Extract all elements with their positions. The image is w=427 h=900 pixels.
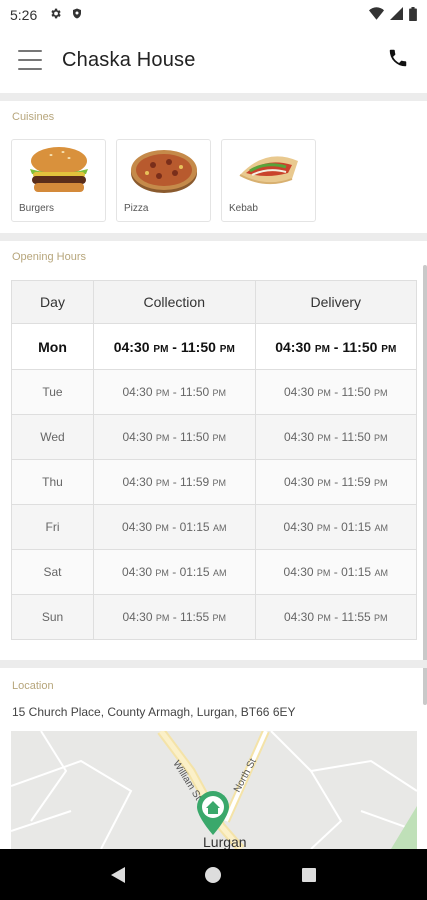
day-cell: Sun: [11, 594, 94, 640]
signal-icon: [390, 7, 403, 23]
delivery-cell: 04:30 PM - 11:55 PM: [254, 594, 417, 640]
page-title: Chaska House: [62, 48, 196, 71]
collection-cell: 04:30 PM - 11:59 PM: [93, 459, 256, 505]
cuisine-card-kebab[interactable]: Kebab: [221, 139, 316, 222]
opening-hours-table: Day Collection Delivery Mon 04:30 PM - 1…: [11, 280, 417, 640]
location-map[interactable]: William St North St Lurgan: [11, 731, 417, 849]
table-row: Wed 04:30 PM - 11:50 PM 04:30 PM - 11:50…: [11, 414, 417, 460]
recents-icon[interactable]: [289, 855, 329, 895]
battery-icon: [409, 6, 417, 24]
table-row: Sun 04:30 PM - 11:55 PM 04:30 PM - 11:55…: [11, 594, 417, 640]
table-row: Tue 04:30 PM - 11:50 PM 04:30 PM - 11:50…: [11, 369, 417, 415]
gear-icon: [49, 7, 62, 23]
cuisine-name: Kebab: [229, 203, 258, 214]
status-time: 5:26: [10, 7, 38, 23]
delivery-cell: 04:30 PM - 11:59 PM: [254, 459, 417, 505]
day-cell: Wed: [11, 414, 94, 460]
section-divider: [0, 233, 427, 241]
app-bar: Chaska House: [0, 30, 427, 90]
delivery-cell: 04:30 PM - 11:50 PM: [254, 323, 417, 370]
table-row: Fri 04:30 PM - 01:15 AM 04:30 PM - 01:15…: [11, 504, 417, 550]
cuisine-name: Burgers: [19, 203, 55, 214]
day-cell: Thu: [11, 459, 94, 505]
back-icon[interactable]: [98, 855, 138, 895]
day-cell: Mon: [11, 323, 94, 370]
delivery-cell: 04:30 PM - 11:50 PM: [254, 369, 417, 415]
day-cell: Tue: [11, 369, 94, 415]
phone-icon[interactable]: [387, 47, 409, 74]
collection-cell: 04:30 PM - 01:15 AM: [93, 549, 256, 595]
pizza-image: [117, 140, 210, 200]
home-icon[interactable]: [193, 855, 233, 895]
opening-hours-label: Opening Hours: [12, 251, 86, 263]
system-nav-bar: [0, 849, 427, 900]
status-bar: 5:26: [0, 0, 427, 30]
header-collection: Collection: [93, 280, 256, 324]
header-day: Day: [11, 280, 94, 324]
delivery-cell: 04:30 PM - 01:15 AM: [254, 549, 417, 595]
burger-image: [12, 140, 105, 200]
section-divider: [0, 660, 427, 668]
cuisines-list: Burgers Pizza Kebab: [11, 139, 316, 222]
collection-cell: 04:30 PM - 11:55 PM: [93, 594, 256, 640]
delivery-cell: 04:30 PM - 11:50 PM: [254, 414, 417, 460]
day-cell: Sat: [11, 549, 94, 595]
cuisine-card-pizza[interactable]: Pizza: [116, 139, 211, 222]
collection-cell: 04:30 PM - 11:50 PM: [93, 323, 256, 370]
section-divider: [0, 93, 427, 101]
header-delivery: Delivery: [254, 280, 417, 324]
wifi-icon: [369, 7, 384, 23]
location-label: Location: [12, 680, 54, 692]
cuisine-card-burgers[interactable]: Burgers: [11, 139, 106, 222]
table-row: Mon 04:30 PM - 11:50 PM 04:30 PM - 11:50…: [11, 323, 417, 370]
table-header-row: Day Collection Delivery: [11, 280, 417, 324]
hamburger-menu-icon[interactable]: [18, 50, 42, 70]
collection-cell: 04:30 PM - 11:50 PM: [93, 369, 256, 415]
address-text: 15 Church Place, County Armagh, Lurgan, …: [12, 705, 296, 719]
collection-cell: 04:30 PM - 01:15 AM: [93, 504, 256, 550]
day-cell: Fri: [11, 504, 94, 550]
delivery-cell: 04:30 PM - 01:15 AM: [254, 504, 417, 550]
kebab-image: [222, 140, 315, 200]
table-row: Thu 04:30 PM - 11:59 PM 04:30 PM - 11:59…: [11, 459, 417, 505]
shield-icon: [71, 7, 83, 23]
collection-cell: 04:30 PM - 11:50 PM: [93, 414, 256, 460]
cuisines-label: Cuisines: [12, 111, 55, 123]
scrollbar[interactable]: [423, 265, 427, 705]
table-row: Sat 04:30 PM - 01:15 AM 04:30 PM - 01:15…: [11, 549, 417, 595]
cuisine-name: Pizza: [124, 203, 149, 214]
home-pin-icon[interactable]: [197, 791, 229, 840]
